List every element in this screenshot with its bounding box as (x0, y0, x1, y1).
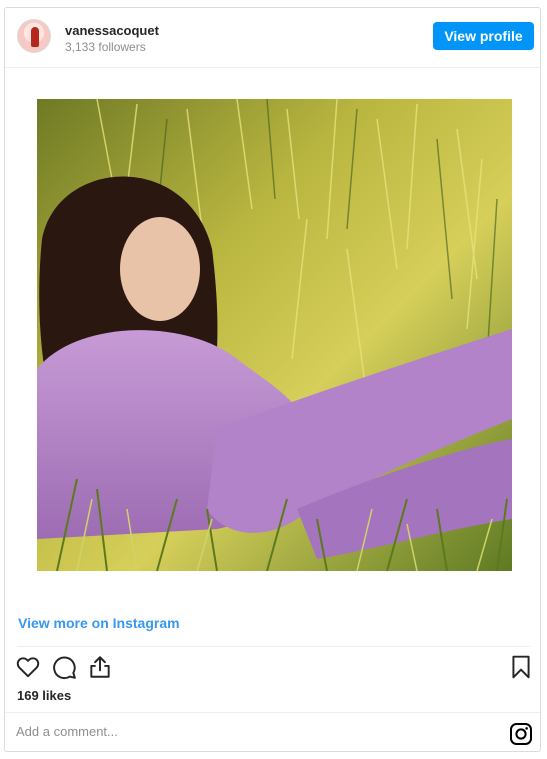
heart-icon[interactable] (15, 654, 41, 685)
username[interactable]: vanessacoquet (65, 23, 159, 38)
avatar-figure (31, 27, 39, 47)
comment-input[interactable]: Add a comment... (16, 724, 118, 739)
view-profile-button[interactable]: View profile (433, 22, 534, 50)
post-photo[interactable] (37, 99, 512, 571)
divider (17, 646, 530, 647)
view-more-link[interactable]: View more on Instagram (18, 615, 180, 631)
post-photo-image (37, 99, 512, 571)
instagram-icon[interactable] (509, 722, 533, 751)
share-icon[interactable] (87, 654, 113, 685)
like-count: 169 likes (17, 688, 72, 703)
instagram-embed-card: vanessacoquet 3,133 followers View profi… (4, 7, 541, 752)
comment-row: Add a comment... (5, 712, 540, 753)
bookmark-icon[interactable] (508, 654, 534, 685)
comment-icon[interactable] (51, 654, 77, 685)
avatar[interactable] (17, 19, 51, 53)
follower-count: 3,133 followers (65, 40, 146, 54)
post-header: vanessacoquet 3,133 followers View profi… (5, 8, 540, 68)
